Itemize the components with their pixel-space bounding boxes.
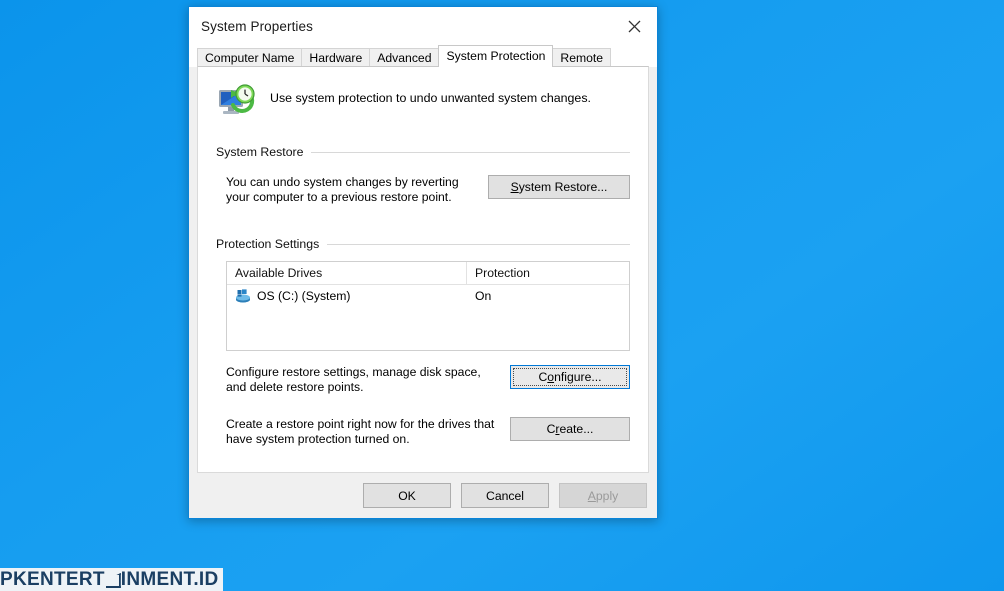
watermark: PKENTERT INMENT.ID (0, 568, 223, 591)
system-restore-group-header: System Restore (216, 145, 630, 159)
desktop-background: System Properties Computer Name Hardware… (0, 0, 1004, 591)
configure-button-prefix: C (538, 370, 548, 384)
protection-status: On (475, 289, 492, 303)
protection-settings-group-title: Protection Settings (216, 237, 320, 251)
system-properties-dialog: System Properties Computer Name Hardware… (188, 6, 658, 519)
system-restore-button-label: ystem Restore... (518, 180, 608, 194)
group-divider (311, 151, 630, 153)
hard-drive-icon (236, 289, 250, 303)
drive-cell: OS (C:) (System) (227, 288, 467, 304)
stylized-a-glyph (106, 573, 120, 586)
system-restore-button[interactable]: System Restore... (488, 175, 630, 199)
watermark-text: PKENTERT INMENT.ID (0, 568, 219, 591)
tab-system-protection[interactable]: System Protection (438, 45, 554, 67)
system-restore-button-accesskey: S (510, 180, 519, 194)
watermark-part1: PKENTERT (0, 569, 105, 590)
listview-header: Available Drives Protection (227, 262, 629, 285)
configure-button-label: nfigure... (554, 370, 602, 384)
drive-name: OS (C:) (System) (257, 289, 351, 303)
table-row[interactable]: OS (C:) (System) On (227, 285, 629, 307)
close-button[interactable] (612, 7, 657, 45)
create-button-label: eate... (559, 422, 594, 436)
column-header-available-drives[interactable]: Available Drives (227, 262, 467, 284)
group-divider (327, 243, 630, 245)
title-bar: System Properties (189, 7, 657, 45)
configure-row: Configure restore settings, manage disk … (226, 365, 630, 395)
close-icon (628, 20, 641, 32)
tab-remote[interactable]: Remote (552, 48, 612, 67)
create-row: Create a restore point right now for the… (226, 417, 630, 447)
ok-button[interactable]: OK (363, 483, 451, 508)
tab-computer-name[interactable]: Computer Name (197, 48, 303, 67)
tab-advanced[interactable]: Advanced (369, 48, 440, 67)
create-button[interactable]: Cr eate... (510, 417, 630, 441)
intro-section: Use system protection to undo unwanted s… (198, 67, 648, 121)
create-description: Create a restore point right now for the… (226, 417, 495, 446)
protection-settings-group-header: Protection Settings (216, 237, 630, 251)
system-restore-description: You can undo system changes by reverting… (226, 175, 459, 204)
intro-text: Use system protection to undo unwanted s… (270, 91, 591, 105)
apply-button-label: pply (595, 488, 619, 503)
tab-content-pane: Use system protection to undo unwanted s… (197, 66, 649, 473)
system-restore-group-title: System Restore (216, 145, 304, 159)
create-button-prefix: C (546, 422, 556, 436)
apply-button: Apply (559, 483, 647, 508)
available-drives-listview[interactable]: Available Drives Protection OS (C:) (Sys… (226, 261, 630, 351)
apply-button-accesskey: A (587, 488, 596, 503)
configure-button-accesskey: o (547, 370, 555, 384)
configure-button[interactable]: Co nfigure... (510, 365, 630, 389)
system-protection-icon (219, 84, 255, 114)
column-header-protection[interactable]: Protection (467, 262, 629, 284)
cancel-button[interactable]: Cancel (461, 483, 549, 508)
system-restore-group: System Restore You can undo system chang… (216, 139, 630, 205)
system-restore-row: You can undo system changes by reverting… (216, 169, 630, 205)
watermark-part2: INMENT.ID (120, 569, 219, 590)
protection-settings-group: Protection Settings Available Drives Pro… (216, 231, 630, 447)
configure-description: Configure restore settings, manage disk … (226, 365, 481, 394)
tab-hardware[interactable]: Hardware (301, 48, 371, 67)
window-title: System Properties (201, 18, 313, 34)
dialog-footer: OK Cancel Apply (189, 473, 657, 518)
tab-strip: Computer Name Hardware Advanced System P… (189, 45, 657, 67)
